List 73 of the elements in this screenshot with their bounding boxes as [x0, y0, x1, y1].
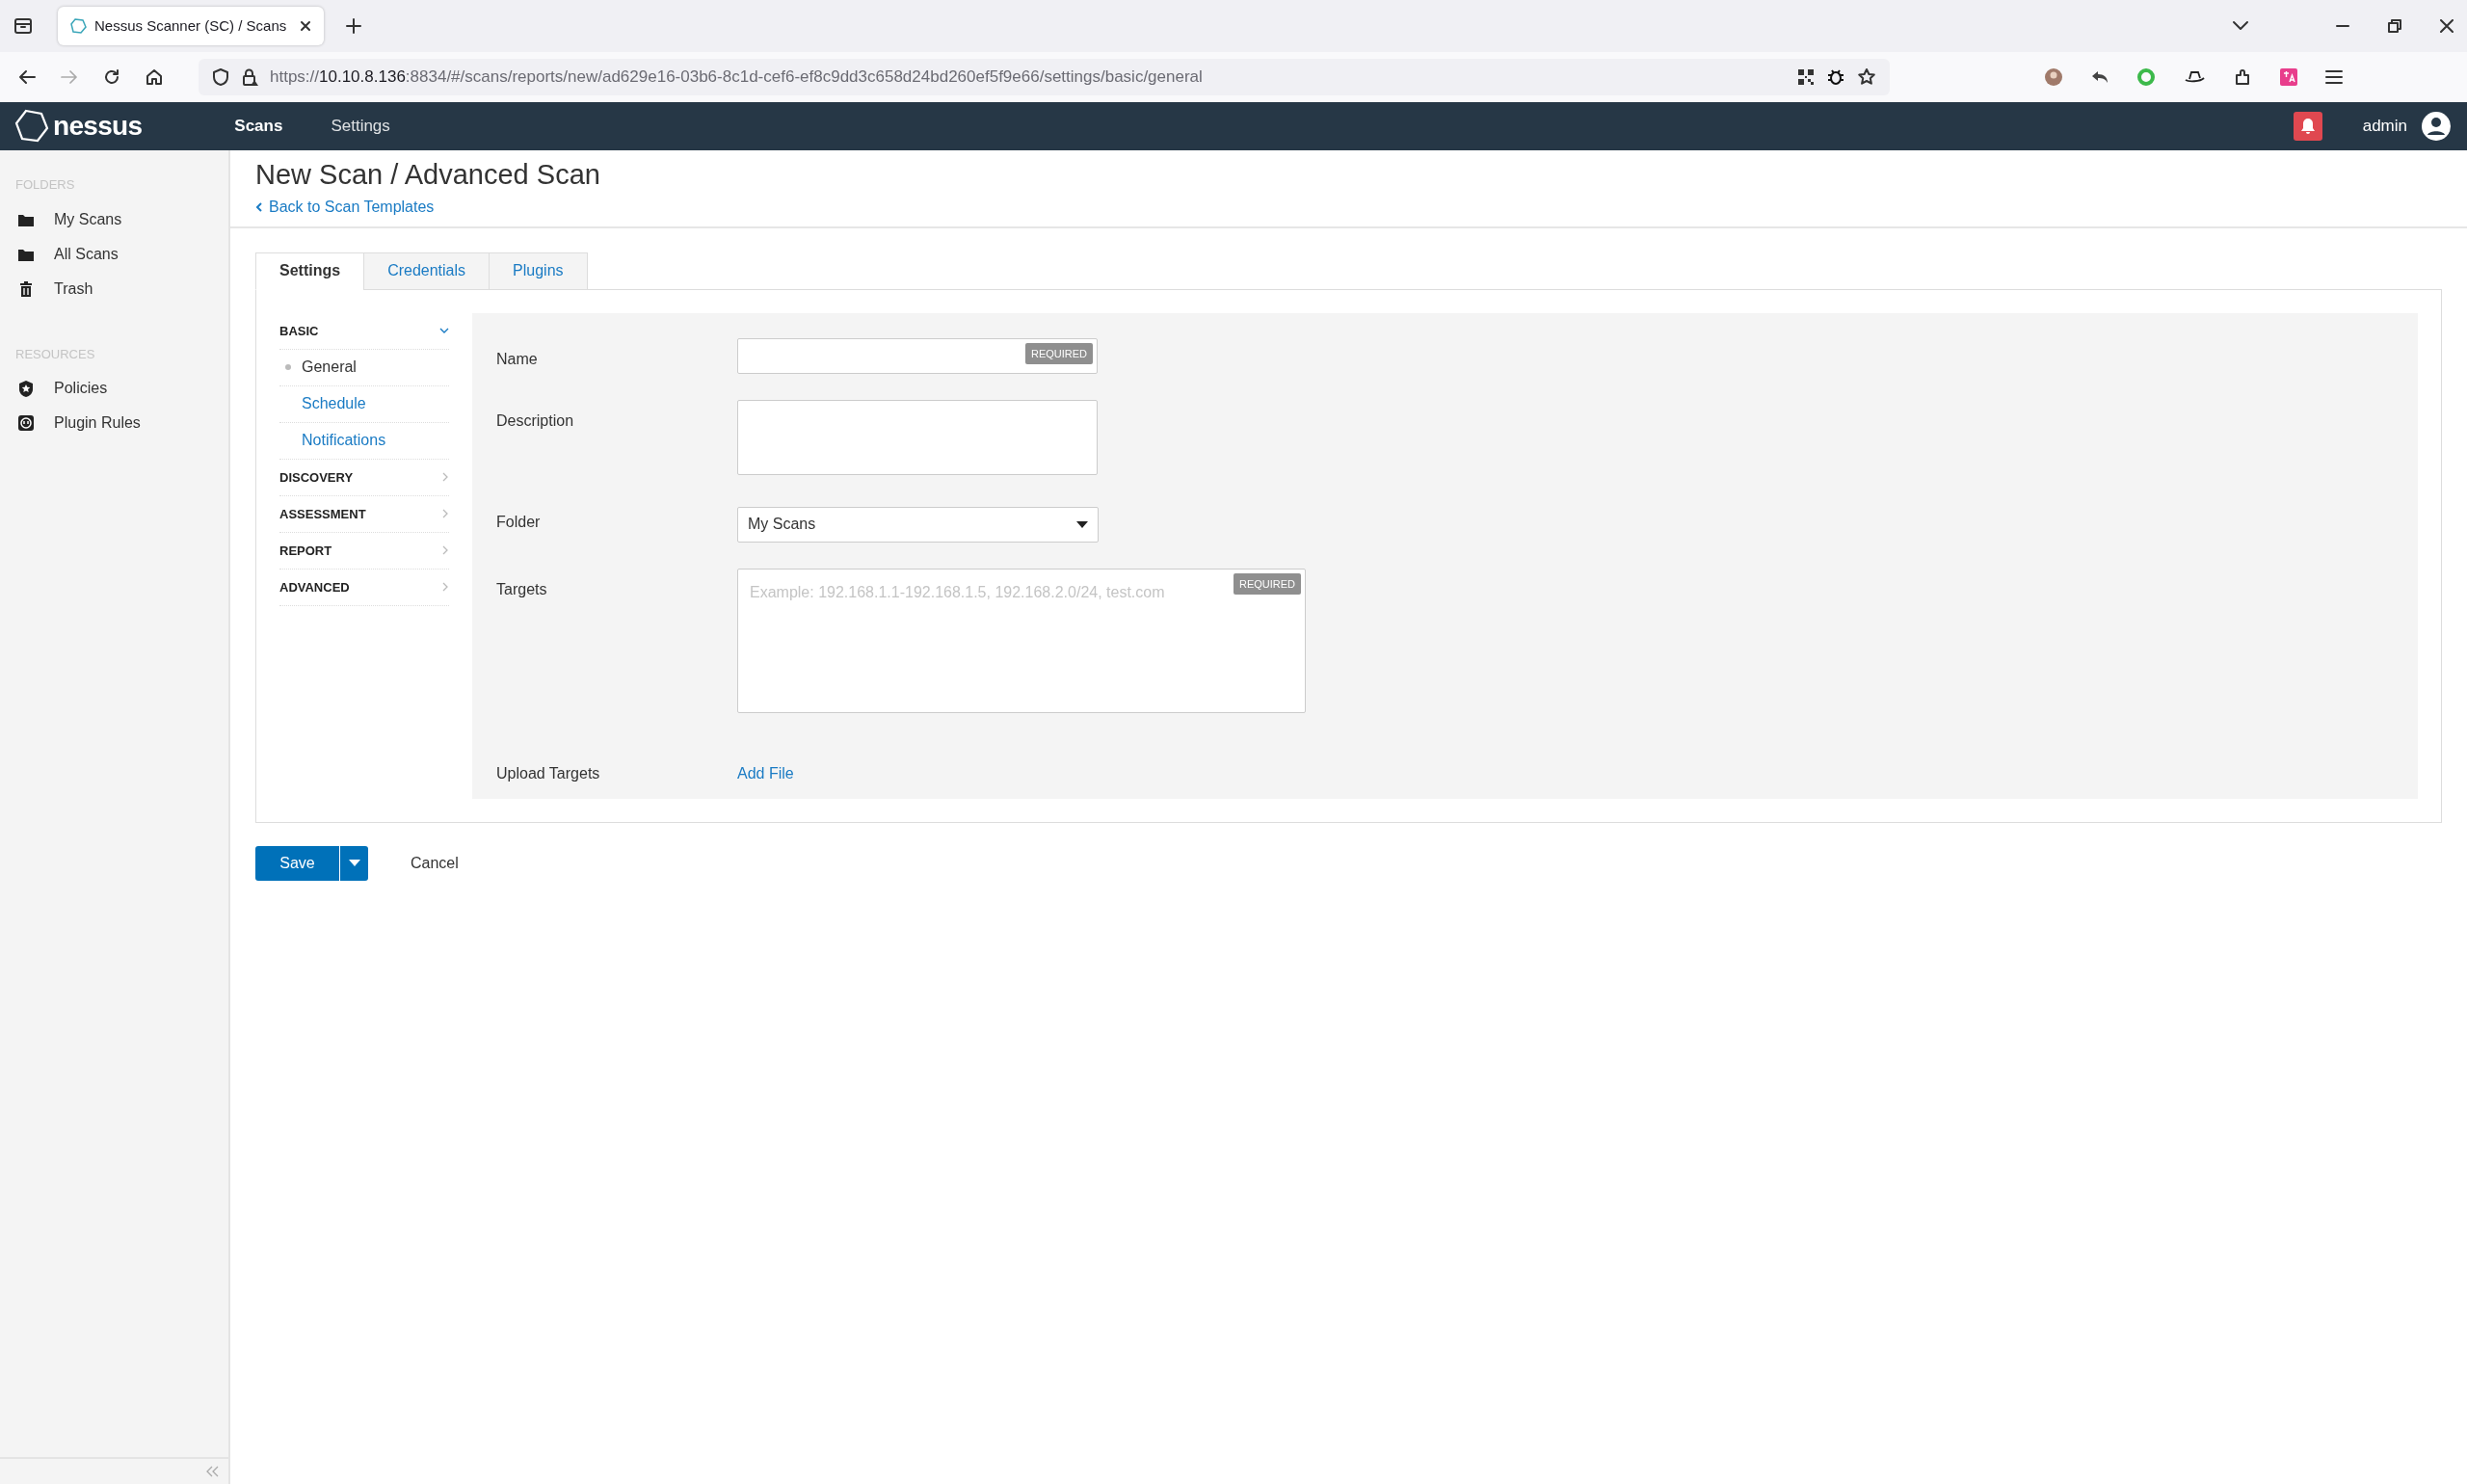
- field-label: Upload Targets: [496, 763, 601, 783]
- field-label: Folder: [496, 512, 542, 532]
- tab-title: Nessus Scanner (SC) / Scans: [94, 15, 288, 36]
- nav-link[interactable]: Settings: [331, 114, 390, 139]
- caret-icon: [348, 860, 360, 867]
- chevron-right-icon: [441, 509, 449, 519]
- cancel-button[interactable]: Cancel: [411, 851, 459, 875]
- caret-icon: [1076, 520, 1088, 528]
- hexagon-logo-icon: [14, 109, 49, 144]
- folder-dropdown[interactable]: My Scans: [737, 506, 1099, 543]
- tab-list-icon[interactable]: [13, 16, 33, 36]
- bug-icon[interactable]: [1826, 67, 1845, 87]
- menu-icon[interactable]: [2325, 69, 2343, 85]
- plug-icon: [17, 414, 35, 432]
- field-label: Targets: [496, 579, 548, 599]
- user-name[interactable]: admin: [2362, 114, 2407, 139]
- sidebar-item[interactable]: Policies: [0, 371, 228, 406]
- nav-section[interactable]: ASSESSMENT: [279, 495, 449, 533]
- nav-item[interactable]: General: [302, 356, 357, 380]
- chevron-right-icon: [441, 545, 449, 556]
- nav-section[interactable]: ADVANCED: [279, 569, 449, 606]
- description-field[interactable]: [737, 399, 1098, 475]
- logo-text: nessus: [53, 113, 143, 140]
- chevron-right-icon: [441, 472, 449, 483]
- hat-icon[interactable]: [2183, 69, 2206, 85]
- nav-section[interactable]: REPORT: [279, 532, 449, 570]
- close-icon[interactable]: [2440, 19, 2454, 33]
- home-icon[interactable]: [145, 67, 164, 87]
- browser-tab[interactable]: Nessus Scanner (SC) / Scans: [58, 7, 324, 45]
- extensions-icon[interactable]: [2233, 67, 2252, 87]
- notification-button[interactable]: [2293, 112, 2322, 141]
- settings-tab[interactable]: Settings: [255, 252, 365, 290]
- field-label: Name: [496, 349, 539, 369]
- chevron-right-icon: [441, 582, 449, 593]
- back-icon[interactable]: [17, 68, 37, 86]
- save-button[interactable]: Save: [255, 845, 339, 881]
- required-badge: REQUIRED: [1024, 342, 1093, 365]
- avatar-icon[interactable]: [2044, 67, 2063, 87]
- settings-tab[interactable]: Plugins: [489, 252, 588, 290]
- sidebar-item[interactable]: Plugin Rules: [0, 406, 228, 440]
- sidebar-item[interactable]: All Scans: [0, 236, 228, 272]
- nav-item[interactable]: Notifications: [302, 429, 386, 453]
- sidebar-item[interactable]: Trash: [0, 271, 228, 306]
- field-label: Description: [496, 411, 575, 431]
- page-title: New Scan / Advanced Scan: [255, 158, 601, 192]
- sidebar-item[interactable]: My Scans: [0, 201, 228, 237]
- trash-icon: [17, 279, 35, 298]
- qr-code-icon[interactable]: [1797, 68, 1815, 86]
- hexagon-icon: [69, 17, 87, 35]
- back-link[interactable]: Back to Scan Templates: [255, 195, 435, 219]
- add-file-link[interactable]: Add File: [737, 752, 794, 785]
- lock-icon: [241, 67, 258, 87]
- chevron-down-icon[interactable]: [2232, 20, 2249, 32]
- shield-icon: [17, 380, 35, 397]
- new-tab-icon[interactable]: [345, 17, 362, 35]
- settings-tab[interactable]: Credentials: [363, 252, 491, 290]
- restore-icon[interactable]: [2388, 19, 2401, 33]
- star-icon[interactable]: [1857, 67, 1876, 87]
- translate-icon[interactable]: [2279, 67, 2298, 87]
- chevron-left-icon: [255, 201, 263, 212]
- bell-icon: [2299, 118, 2316, 135]
- chevron-down-icon: [439, 327, 449, 335]
- nav-section[interactable]: DISCOVERY: [279, 459, 449, 496]
- nav-link[interactable]: Scans: [234, 114, 283, 139]
- close-icon[interactable]: [299, 19, 312, 33]
- reload-icon[interactable]: [102, 67, 121, 87]
- shield-icon: [212, 67, 229, 87]
- required-badge: REQUIRED: [1233, 572, 1301, 596]
- save-options-button[interactable]: [339, 845, 368, 881]
- nav-section[interactable]: BASIC: [279, 312, 449, 350]
- user-avatar-icon[interactable]: [2421, 111, 2452, 142]
- bullet-icon: [285, 364, 291, 371]
- nav-item[interactable]: Schedule: [302, 392, 366, 416]
